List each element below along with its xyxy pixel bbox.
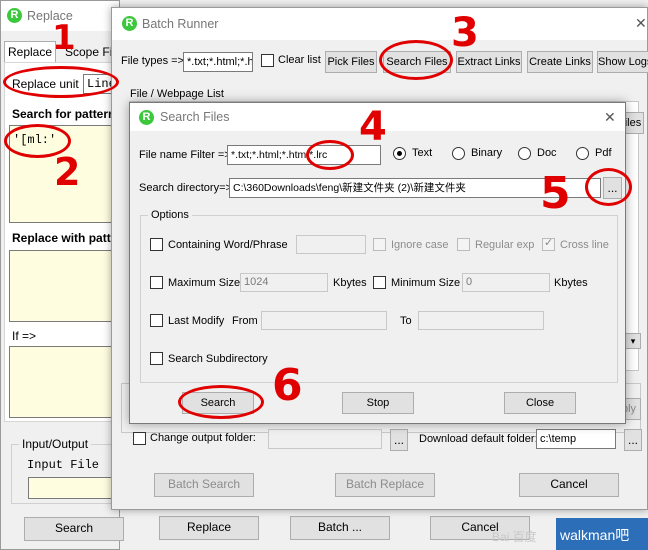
baidu-watermark: Bai 百度 — [492, 530, 537, 544]
last-modify-label: Last Modify — [168, 315, 225, 327]
type-text-radio[interactable] — [393, 147, 406, 160]
annotation-ellipse-replace-unit — [3, 66, 119, 98]
show-logs-button[interactable]: Show Logs — [597, 51, 648, 73]
annotation-number-2: 2 — [54, 150, 81, 194]
tieba-watermark-text: walkman吧 — [560, 527, 630, 543]
input-file-label: Input File — [27, 458, 100, 472]
dialog-stop-button[interactable]: Stop — [342, 392, 414, 414]
replace-with-field[interactable] — [9, 250, 121, 322]
io-group-label: Input/Output — [19, 437, 92, 451]
if-label: If => — [12, 329, 37, 343]
tab-replace-label: Replace — [7, 45, 53, 59]
file-types-input[interactable]: *.txt;*.html;*.ht — [183, 52, 253, 72]
max-size-checkbox[interactable] — [150, 276, 163, 289]
replace-with-label: Replace with patte — [12, 231, 118, 245]
annotation-number-1: 1 — [52, 18, 76, 58]
type-binary-label: Binary — [471, 147, 503, 159]
output-folder-input[interactable] — [268, 429, 382, 449]
type-pdf-label: Pdf — [595, 147, 612, 159]
change-output-label: Change output folder: — [150, 432, 256, 444]
to-label: To — [400, 315, 412, 327]
file-types-label: File types => — [121, 55, 184, 67]
ignore-case-checkbox[interactable] — [373, 238, 386, 251]
annotation-ellipse-browse — [585, 168, 632, 206]
subdirectory-checkbox[interactable] — [150, 352, 163, 365]
pick-files-button[interactable]: Pick Files — [325, 51, 377, 73]
ignore-case-label: Ignore case — [391, 239, 449, 251]
annotation-number-5: 5 — [540, 168, 571, 219]
annotation-ellipse-search-button — [178, 385, 264, 419]
annotation-ellipse-search-files — [379, 40, 453, 80]
batch-cancel-button[interactable]: Cancel — [519, 473, 619, 497]
clear-list-label: Clear list — [278, 54, 321, 66]
batch-replace-button[interactable]: Batch Replace — [335, 473, 435, 497]
search-files-title: Search Files — [160, 110, 230, 124]
containing-label: Containing Word/Phrase — [168, 239, 288, 251]
download-browse-button[interactable]: ... — [624, 429, 642, 451]
annotation-number-3: 3 — [451, 10, 479, 56]
type-text-label: Text — [412, 147, 433, 159]
from-date-input[interactable] — [261, 311, 387, 330]
regular-exp-checkbox[interactable] — [457, 238, 470, 251]
close-icon[interactable]: ✕ — [604, 109, 616, 126]
annotation-ellipse-filter — [306, 140, 354, 170]
annotation-number-6: 6 — [272, 360, 303, 411]
filter-input[interactable]: *.txt;*.html;*.htm;*.lrc — [227, 145, 381, 165]
min-size-input[interactable]: 0 — [462, 273, 550, 292]
dir-label: Search directory=> — [139, 182, 232, 194]
min-size-label: Minimum Size — [391, 277, 461, 289]
close-icon[interactable]: ✕ — [635, 15, 647, 32]
min-size-checkbox[interactable] — [373, 276, 386, 289]
replace-batch-button[interactable]: Batch ... — [290, 516, 390, 540]
containing-checkbox[interactable] — [150, 238, 163, 251]
search-files-dialog: R Search Files ✕ File name Filter => *.t… — [129, 102, 626, 424]
cross-line-label: Cross line — [560, 239, 609, 251]
cross-line-checkbox[interactable] — [542, 236, 555, 251]
min-size-unit: Kbytes — [554, 277, 588, 289]
app-logo-icon: R — [139, 110, 154, 125]
tieba-watermark: walkman吧 — [556, 518, 648, 550]
download-folder-input[interactable]: c:\temp — [536, 429, 616, 449]
subdirectory-label: Search Subdirectory — [168, 353, 268, 365]
tab-replace[interactable]: Replace — [4, 41, 56, 63]
annotation-number-4: 4 — [359, 104, 387, 150]
replace-search-button[interactable]: Search — [24, 517, 124, 541]
options-label: Options — [148, 209, 192, 221]
max-size-label: Maximum Size — [168, 277, 241, 289]
download-folder-label: Download default folder: — [419, 433, 538, 445]
app-logo-icon: R — [122, 16, 137, 31]
replace-replace-button[interactable]: Replace — [159, 516, 259, 540]
type-doc-radio[interactable] — [518, 147, 531, 160]
type-doc-label: Doc — [537, 147, 557, 159]
clear-list-checkbox[interactable] — [261, 54, 274, 67]
change-output-checkbox[interactable] — [133, 432, 146, 445]
regular-exp-label: Regular exp — [475, 239, 535, 251]
max-size-unit: Kbytes — [333, 277, 367, 289]
to-date-input[interactable] — [418, 311, 544, 330]
file-list-label: File / Webpage List — [130, 88, 224, 100]
filter-label: File name Filter => — [139, 149, 231, 161]
create-links-button[interactable]: Create Links — [527, 51, 593, 73]
list-scroll-arrow-icon[interactable]: ▾ — [625, 333, 641, 349]
from-label: From — [232, 315, 258, 327]
output-browse-button[interactable]: ... — [390, 429, 408, 451]
search-pattern-label: Search for pattern — [12, 107, 116, 121]
type-binary-radio[interactable] — [452, 147, 465, 160]
if-field[interactable] — [9, 346, 121, 418]
input-file-field[interactable] — [28, 477, 123, 499]
containing-input[interactable] — [296, 235, 366, 254]
batch-search-button[interactable]: Batch Search — [154, 473, 254, 497]
last-modify-checkbox[interactable] — [150, 314, 163, 327]
type-pdf-radio[interactable] — [576, 147, 589, 160]
max-size-input[interactable]: 1024 — [240, 273, 328, 292]
batch-runner-title: Batch Runner — [142, 17, 219, 31]
dialog-close-button[interactable]: Close — [504, 392, 576, 414]
app-logo-icon: R — [7, 8, 22, 23]
batch-runner-titlebar: R Batch Runner — [112, 8, 647, 40]
